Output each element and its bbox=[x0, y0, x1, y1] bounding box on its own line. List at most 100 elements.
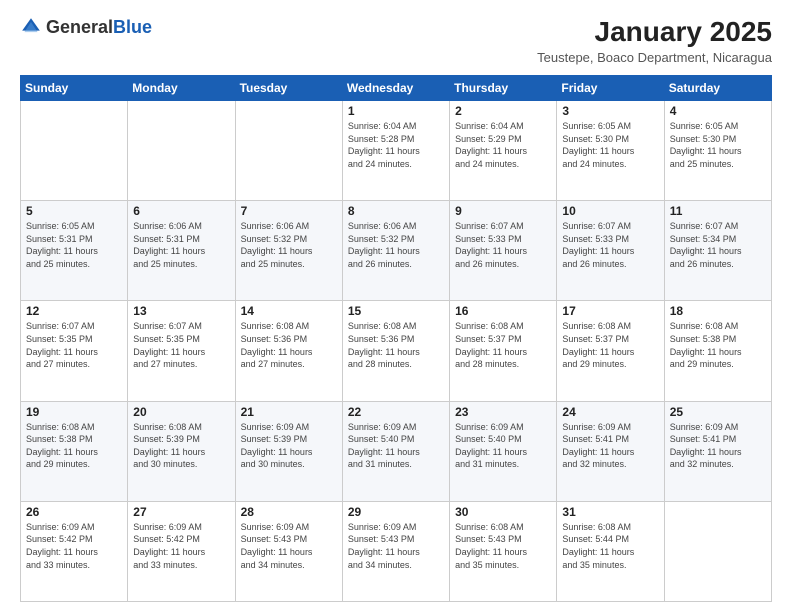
table-row: 13 Sunrise: 6:07 AM Sunset: 5:35 PM Dayli… bbox=[128, 301, 235, 401]
day-number: 11 bbox=[670, 204, 766, 218]
day-number: 27 bbox=[133, 505, 229, 519]
day-info: Sunrise: 6:05 AM Sunset: 5:30 PM Dayligh… bbox=[562, 120, 658, 170]
day-number: 15 bbox=[348, 304, 444, 318]
day-number: 25 bbox=[670, 405, 766, 419]
day-number: 24 bbox=[562, 405, 658, 419]
table-row: 1 Sunrise: 6:04 AM Sunset: 5:28 PM Daylig… bbox=[342, 101, 449, 201]
day-number: 21 bbox=[241, 405, 337, 419]
weekday-header-row: Sunday Monday Tuesday Wednesday Thursday… bbox=[21, 76, 772, 101]
header: General Blue January 2025 Teustepe, Boac… bbox=[20, 16, 772, 65]
day-number: 1 bbox=[348, 104, 444, 118]
day-number: 26 bbox=[26, 505, 122, 519]
logo: General Blue bbox=[20, 16, 152, 38]
day-number: 8 bbox=[348, 204, 444, 218]
header-thursday: Thursday bbox=[450, 76, 557, 101]
table-row: 8Sunrise: 6:06 AM Sunset: 5:32 PM Daylig… bbox=[342, 201, 449, 301]
location: Teustepe, Boaco Department, Nicaragua bbox=[537, 50, 772, 65]
header-wednesday: Wednesday bbox=[342, 76, 449, 101]
table-row: 26 Sunrise: 6:09 AM Sunset: 5:42 PM Dayli… bbox=[21, 501, 128, 601]
day-info: Sunrise: 6:09 AM Sunset: 5:39 PM Dayligh… bbox=[241, 421, 337, 471]
day-number: 30 bbox=[455, 505, 551, 519]
day-number: 7 bbox=[241, 204, 337, 218]
table-row: 10Sunrise: 6:07 AM Sunset: 5:33 PM Dayli… bbox=[557, 201, 664, 301]
logo-text-blue: Blue bbox=[113, 18, 152, 36]
day-number: 5 bbox=[26, 204, 122, 218]
table-row: 30Sunrise: 6:08 AM Sunset: 5:43 PM Dayli… bbox=[450, 501, 557, 601]
day-info: Sunrise: 6:04 AM Sunset: 5:28 PM Dayligh… bbox=[348, 120, 444, 170]
month-year: January 2025 bbox=[537, 16, 772, 48]
header-friday: Friday bbox=[557, 76, 664, 101]
table-row: 3Sunrise: 6:05 AM Sunset: 5:30 PM Daylig… bbox=[557, 101, 664, 201]
day-info: Sunrise: 6:09 AM Sunset: 5:40 PM Dayligh… bbox=[455, 421, 551, 471]
day-number: 2 bbox=[455, 104, 551, 118]
table-row bbox=[128, 101, 235, 201]
header-saturday: Saturday bbox=[664, 76, 771, 101]
header-tuesday: Tuesday bbox=[235, 76, 342, 101]
day-number: 20 bbox=[133, 405, 229, 419]
day-info: Sunrise: 6:07 AM Sunset: 5:35 PM Dayligh… bbox=[133, 320, 229, 370]
header-sunday: Sunday bbox=[21, 76, 128, 101]
day-number: 23 bbox=[455, 405, 551, 419]
table-row: 23 Sunrise: 6:09 AM Sunset: 5:40 PM Dayli… bbox=[450, 401, 557, 501]
calendar: Sunday Monday Tuesday Wednesday Thursday… bbox=[20, 75, 772, 602]
table-row: 15 Sunrise: 6:08 AM Sunset: 5:36 PM Dayli… bbox=[342, 301, 449, 401]
table-row: 2 Sunrise: 6:04 AM Sunset: 5:29 PM Daylig… bbox=[450, 101, 557, 201]
table-row: 14Sunrise: 6:08 AM Sunset: 5:36 PM Dayli… bbox=[235, 301, 342, 401]
day-info: Sunrise: 6:09 AM Sunset: 5:41 PM Dayligh… bbox=[670, 421, 766, 471]
day-number: 22 bbox=[348, 405, 444, 419]
page: General Blue January 2025 Teustepe, Boac… bbox=[0, 0, 792, 612]
table-row: 20 Sunrise: 6:08 AM Sunset: 5:39 PM Dayli… bbox=[128, 401, 235, 501]
day-info: Sunrise: 6:07 AM Sunset: 5:33 PM Dayligh… bbox=[455, 220, 551, 270]
day-number: 28 bbox=[241, 505, 337, 519]
day-info: Sunrise: 6:09 AM Sunset: 5:42 PM Dayligh… bbox=[26, 521, 122, 571]
logo-icon bbox=[20, 16, 42, 38]
table-row: 28 Sunrise: 6:09 AM Sunset: 5:43 PM Dayli… bbox=[235, 501, 342, 601]
day-info: Sunrise: 6:08 AM Sunset: 5:37 PM Dayligh… bbox=[455, 320, 551, 370]
day-info: Sunrise: 6:08 AM Sunset: 5:37 PM Dayligh… bbox=[562, 320, 658, 370]
day-info: Sunrise: 6:09 AM Sunset: 5:43 PM Dayligh… bbox=[241, 521, 337, 571]
day-info: Sunrise: 6:05 AM Sunset: 5:30 PM Dayligh… bbox=[670, 120, 766, 170]
table-row: 19 Sunrise: 6:08 AM Sunset: 5:38 PM Dayli… bbox=[21, 401, 128, 501]
day-info: Sunrise: 6:05 AM Sunset: 5:31 PM Dayligh… bbox=[26, 220, 122, 270]
table-row: 29Sunrise: 6:09 AM Sunset: 5:43 PM Dayli… bbox=[342, 501, 449, 601]
table-row: 21 Sunrise: 6:09 AM Sunset: 5:39 PM Dayli… bbox=[235, 401, 342, 501]
table-row bbox=[664, 501, 771, 601]
week-row-1: 1 Sunrise: 6:04 AM Sunset: 5:28 PM Daylig… bbox=[21, 101, 772, 201]
table-row: 11 Sunrise: 6:07 AM Sunset: 5:34 PM Dayli… bbox=[664, 201, 771, 301]
title-section: January 2025 Teustepe, Boaco Department,… bbox=[537, 16, 772, 65]
table-row: 27 Sunrise: 6:09 AM Sunset: 5:42 PM Dayli… bbox=[128, 501, 235, 601]
week-row-5: 26 Sunrise: 6:09 AM Sunset: 5:42 PM Dayli… bbox=[21, 501, 772, 601]
table-row: 6Sunrise: 6:06 AM Sunset: 5:31 PM Daylig… bbox=[128, 201, 235, 301]
day-info: Sunrise: 6:07 AM Sunset: 5:34 PM Dayligh… bbox=[670, 220, 766, 270]
table-row: 5 Sunrise: 6:05 AM Sunset: 5:31 PM Daylig… bbox=[21, 201, 128, 301]
day-number: 17 bbox=[562, 304, 658, 318]
table-row: 31Sunrise: 6:08 AM Sunset: 5:44 PM Dayli… bbox=[557, 501, 664, 601]
table-row bbox=[235, 101, 342, 201]
day-number: 19 bbox=[26, 405, 122, 419]
table-row: 9Sunrise: 6:07 AM Sunset: 5:33 PM Daylig… bbox=[450, 201, 557, 301]
day-info: Sunrise: 6:06 AM Sunset: 5:32 PM Dayligh… bbox=[241, 220, 337, 270]
table-row: 18Sunrise: 6:08 AM Sunset: 5:38 PM Dayli… bbox=[664, 301, 771, 401]
day-info: Sunrise: 6:07 AM Sunset: 5:35 PM Dayligh… bbox=[26, 320, 122, 370]
day-number: 14 bbox=[241, 304, 337, 318]
table-row: 17 Sunrise: 6:08 AM Sunset: 5:37 PM Dayli… bbox=[557, 301, 664, 401]
header-monday: Monday bbox=[128, 76, 235, 101]
day-info: Sunrise: 6:08 AM Sunset: 5:38 PM Dayligh… bbox=[26, 421, 122, 471]
day-info: Sunrise: 6:08 AM Sunset: 5:39 PM Dayligh… bbox=[133, 421, 229, 471]
day-number: 4 bbox=[670, 104, 766, 118]
day-info: Sunrise: 6:09 AM Sunset: 5:42 PM Dayligh… bbox=[133, 521, 229, 571]
table-row: 7 Sunrise: 6:06 AM Sunset: 5:32 PM Daylig… bbox=[235, 201, 342, 301]
table-row: 16Sunrise: 6:08 AM Sunset: 5:37 PM Dayli… bbox=[450, 301, 557, 401]
day-number: 13 bbox=[133, 304, 229, 318]
table-row: 4 Sunrise: 6:05 AM Sunset: 5:30 PM Daylig… bbox=[664, 101, 771, 201]
day-number: 10 bbox=[562, 204, 658, 218]
table-row: 22Sunrise: 6:09 AM Sunset: 5:40 PM Dayli… bbox=[342, 401, 449, 501]
day-info: Sunrise: 6:09 AM Sunset: 5:41 PM Dayligh… bbox=[562, 421, 658, 471]
day-info: Sunrise: 6:08 AM Sunset: 5:36 PM Dayligh… bbox=[348, 320, 444, 370]
day-number: 12 bbox=[26, 304, 122, 318]
week-row-4: 19 Sunrise: 6:08 AM Sunset: 5:38 PM Dayli… bbox=[21, 401, 772, 501]
logo-text-general: General bbox=[46, 18, 113, 36]
table-row: 12 Sunrise: 6:07 AM Sunset: 5:35 PM Dayli… bbox=[21, 301, 128, 401]
week-row-3: 12 Sunrise: 6:07 AM Sunset: 5:35 PM Dayli… bbox=[21, 301, 772, 401]
day-info: Sunrise: 6:04 AM Sunset: 5:29 PM Dayligh… bbox=[455, 120, 551, 170]
